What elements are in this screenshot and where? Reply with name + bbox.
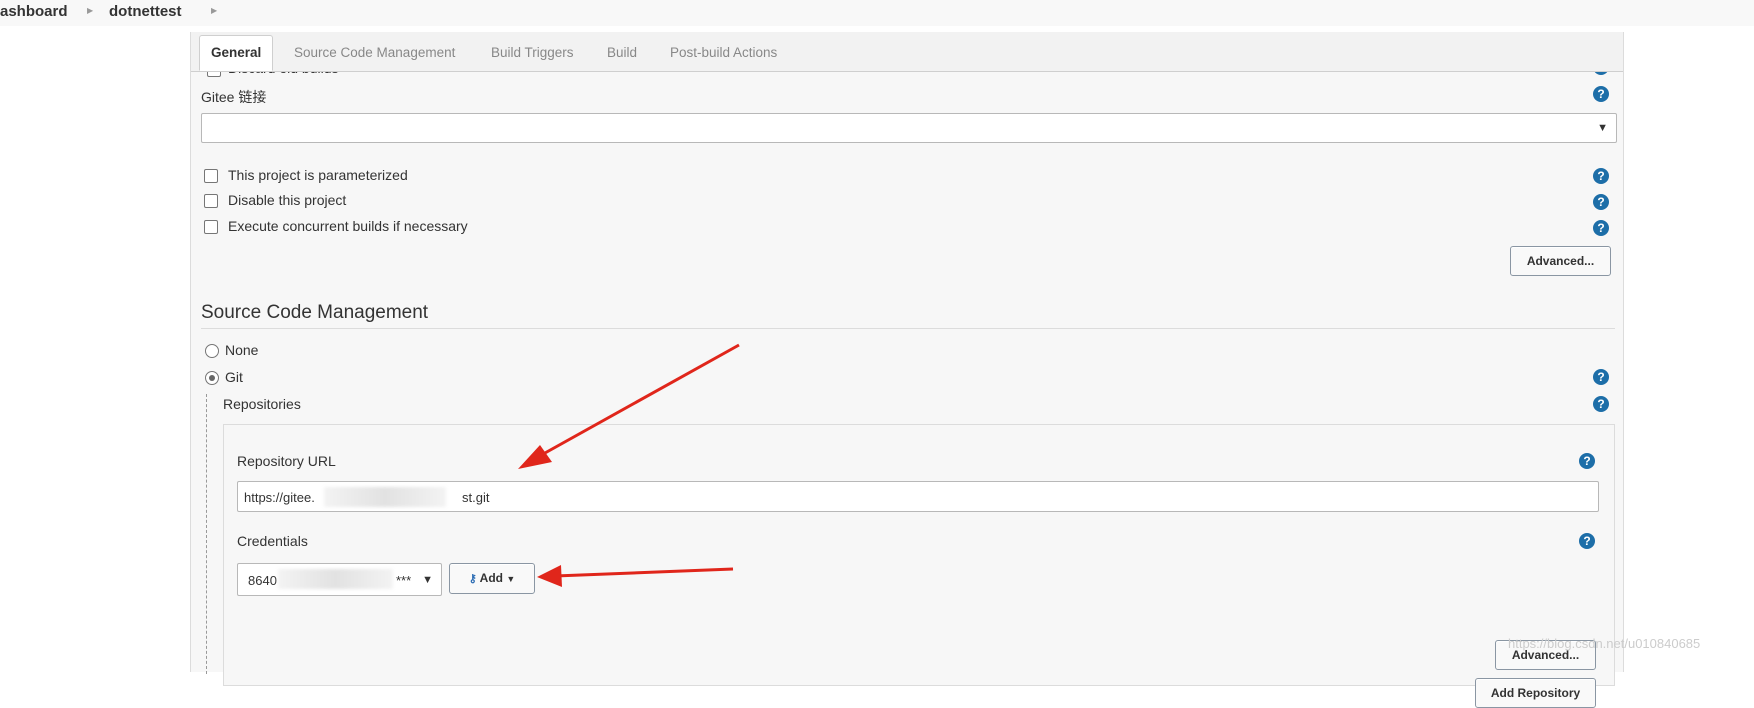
tab-post-build-actions[interactable]: Post-build Actions (670, 45, 777, 60)
tab-build[interactable]: Build (607, 45, 637, 60)
tab-general[interactable]: General (199, 35, 274, 71)
watermark: https://blog.csdn.net/u010840685 (1508, 636, 1701, 651)
tab-bar: General Source Code Management Build Tri… (191, 32, 1623, 72)
annotation-arrows (518, 343, 740, 587)
arrow-to-repository-url (518, 343, 740, 469)
add-repository-button[interactable]: Add Repository (1475, 678, 1596, 708)
tab-source-code-management[interactable]: Source Code Management (294, 45, 455, 60)
arrow-to-add-button (537, 565, 734, 587)
tab-build-triggers[interactable]: Build Triggers (491, 45, 574, 60)
